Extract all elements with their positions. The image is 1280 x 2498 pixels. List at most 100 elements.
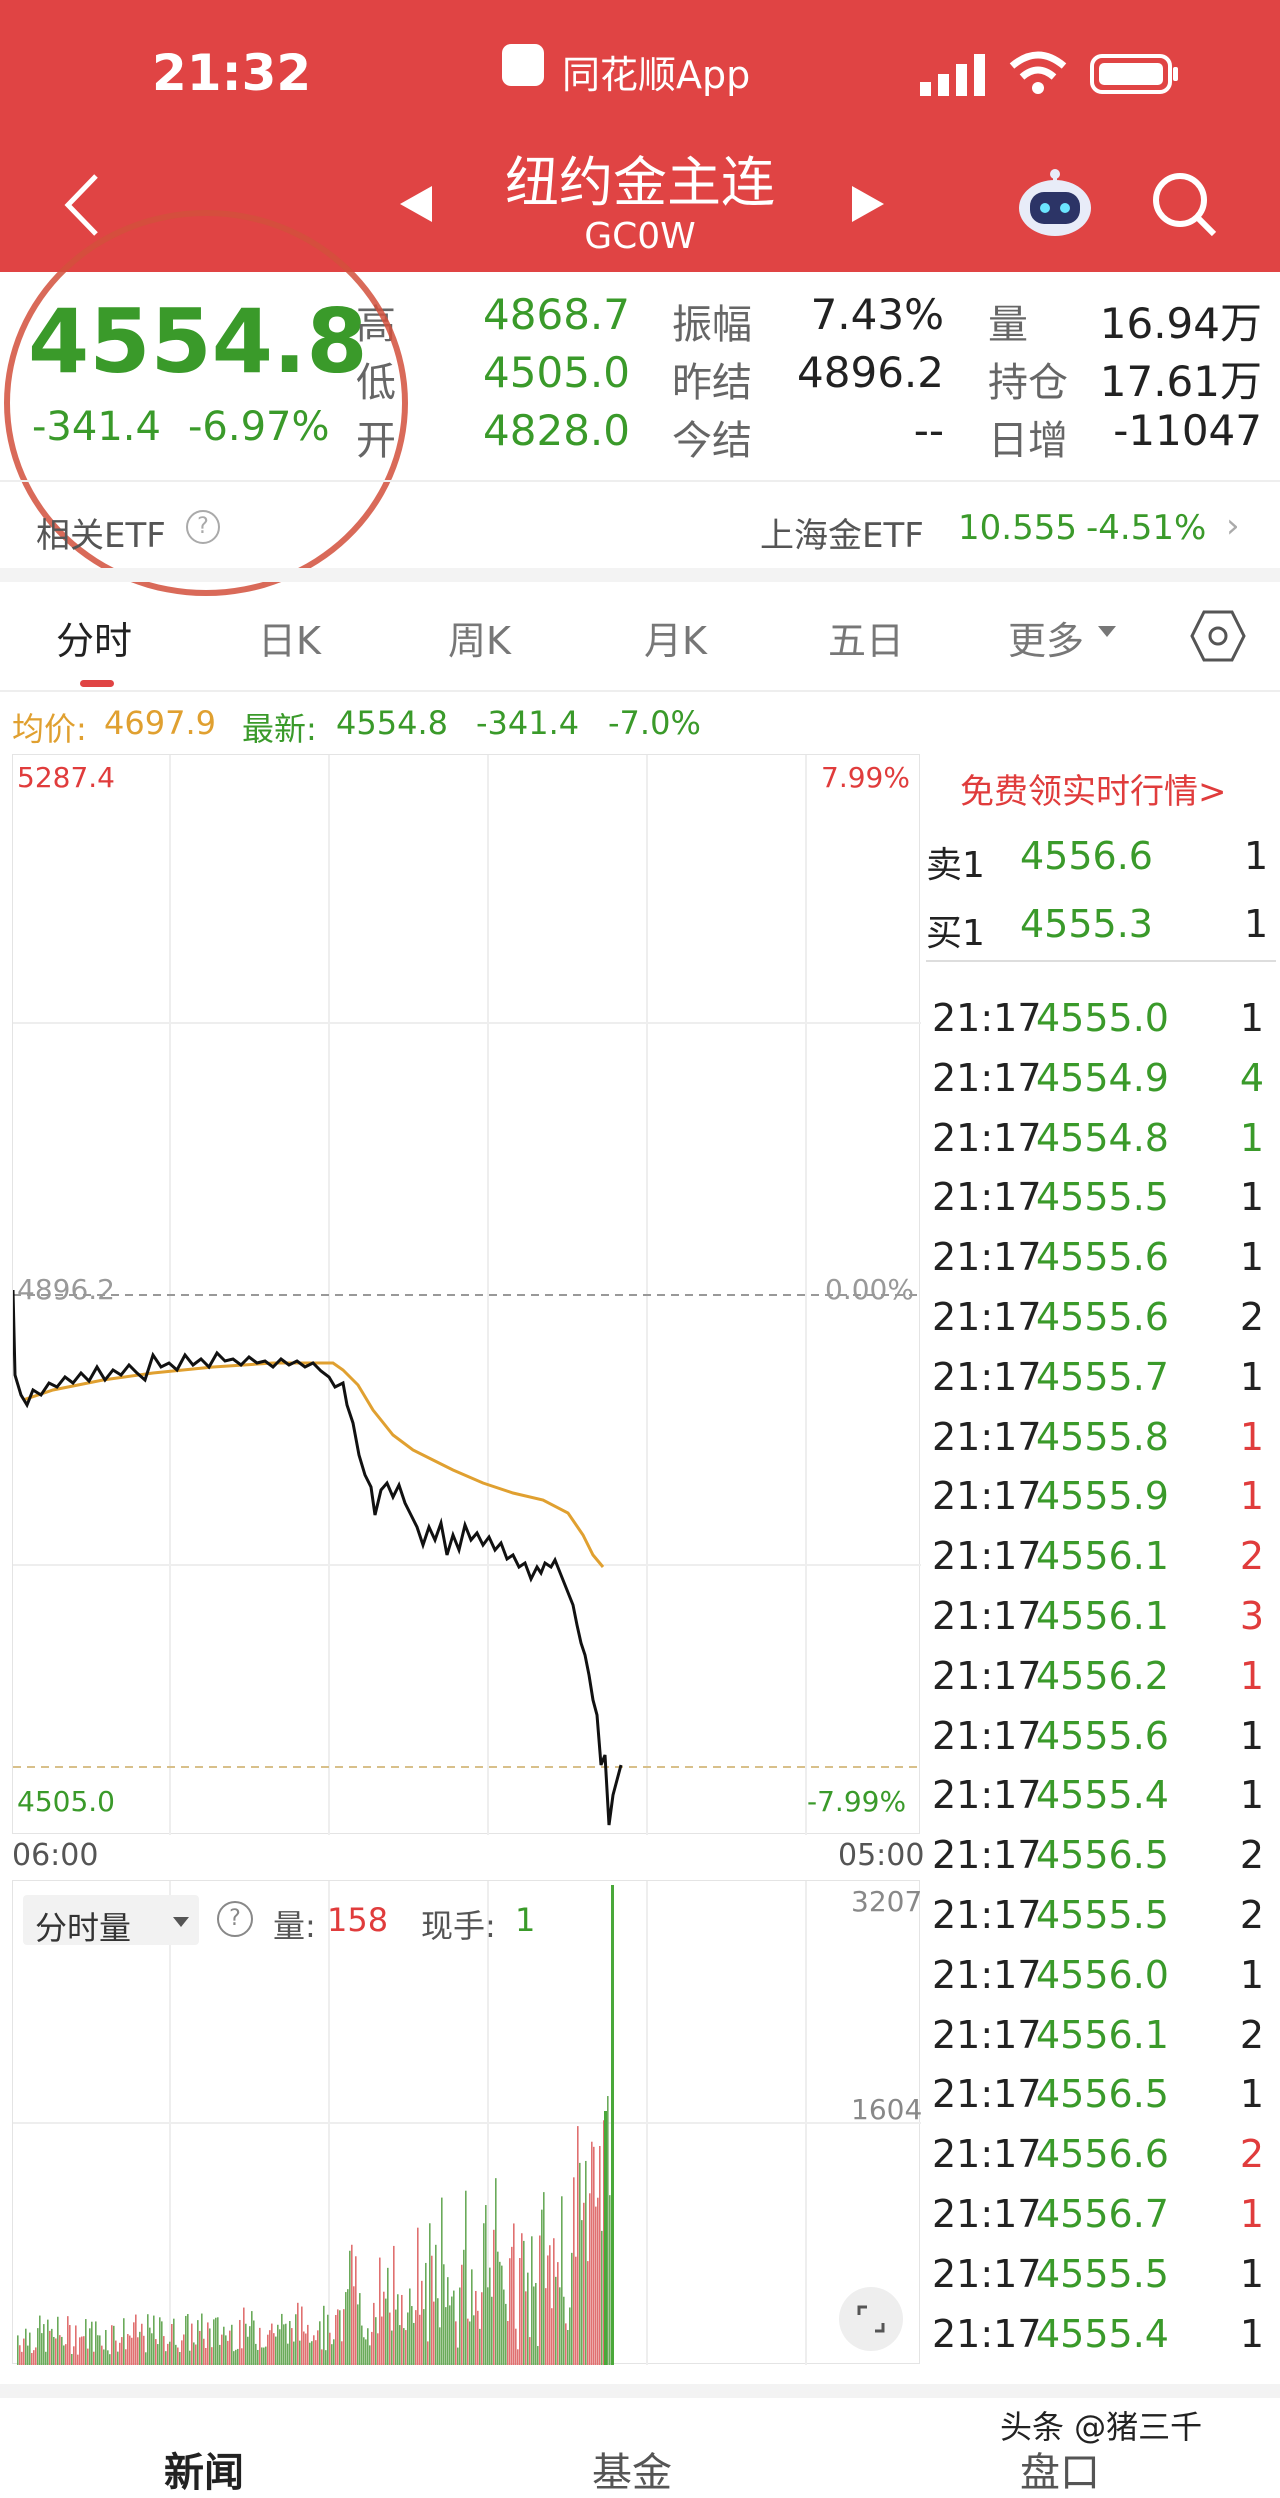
volume-bar xyxy=(171,2324,173,2365)
volume-bar xyxy=(319,2321,321,2365)
volume-bar xyxy=(585,2160,587,2365)
wifi-icon xyxy=(1008,50,1068,96)
trade-qty: 1 xyxy=(1239,2311,1264,2356)
volume-bar xyxy=(369,2345,371,2365)
volume-bar xyxy=(275,2336,277,2365)
volume-bar xyxy=(165,2351,167,2365)
trade-price: 4556.0 xyxy=(1036,1952,1169,1997)
volume-bar xyxy=(539,2235,541,2365)
volume-bar xyxy=(509,2258,511,2365)
volume-bar xyxy=(39,2315,41,2365)
volume-bar xyxy=(229,2330,231,2365)
fullscreen-icon xyxy=(857,2305,885,2333)
y-axis-top-pct: 7.99% xyxy=(821,761,910,794)
settings-hexagon-icon[interactable] xyxy=(1190,608,1246,664)
volume-bar xyxy=(387,2267,389,2365)
volume-bar xyxy=(537,2346,539,2365)
volume-bar xyxy=(337,2309,339,2365)
tab-order-book[interactable]: 盘口 xyxy=(1020,2440,1100,2498)
volume-bar xyxy=(545,2288,547,2365)
volume-bar xyxy=(237,2348,239,2365)
promo-link[interactable]: 免费领实时行情> xyxy=(960,764,1227,813)
tab-intraday[interactable]: 分时 xyxy=(56,610,132,665)
volume-bar xyxy=(207,2322,209,2365)
volume-bar xyxy=(269,2330,271,2365)
prev-settle-value: 4896.2 xyxy=(797,348,944,397)
volume-bar xyxy=(253,2320,255,2365)
volume-bar xyxy=(205,2347,207,2365)
volume-bar xyxy=(143,2335,145,2365)
volume-bar xyxy=(519,2258,521,2365)
volume-bar xyxy=(421,2280,423,2365)
volume-bar xyxy=(103,2349,105,2365)
open-value: 4828.0 xyxy=(483,406,630,455)
trade-row: 21:17 4555.5 2 xyxy=(932,1893,1272,1953)
volume-bar xyxy=(541,2209,543,2365)
tab-news[interactable]: 新闻 xyxy=(164,2440,244,2498)
price-chart[interactable]: 5287.4 7.99% 4896.2 0.00% 4505.0 -7.99% xyxy=(12,754,921,1835)
more-dropdown-icon[interactable] xyxy=(1098,626,1116,637)
trade-row: 21:17 4555.5 1 xyxy=(932,1175,1272,1235)
volume-label: 量: xyxy=(273,1907,316,1945)
volume-bar xyxy=(71,2353,73,2365)
volume-bar xyxy=(427,2341,429,2365)
today-settle-label: 今结 xyxy=(672,418,752,464)
tab-monthly-k[interactable]: 月K xyxy=(644,610,707,665)
open-interest-label: 持仓 xyxy=(988,360,1068,406)
trade-row: 21:17 4556.2 1 xyxy=(932,1654,1272,1714)
volume-help-icon[interactable]: ? xyxy=(217,1901,253,1937)
section-gap xyxy=(0,568,1280,582)
volume-bar xyxy=(563,2296,565,2365)
y-axis-mid-pct: 0.00% xyxy=(825,1273,914,1306)
volume-bar xyxy=(51,2328,53,2365)
tab-more[interactable]: 更多 xyxy=(1008,610,1084,665)
help-icon[interactable]: ? xyxy=(186,510,220,544)
volume-bar xyxy=(155,2339,157,2365)
volume-bar xyxy=(409,2288,411,2365)
volume-bar xyxy=(495,2178,497,2365)
tab-fund[interactable]: 基金 xyxy=(592,2440,672,2498)
trade-price: 4555.4 xyxy=(1036,1773,1169,1818)
volume-bar xyxy=(547,2255,549,2365)
tab-weekly-k[interactable]: 周K xyxy=(448,610,511,665)
next-contract-icon[interactable] xyxy=(850,184,886,224)
volume-bar xyxy=(203,2338,205,2365)
trade-price: 4555.6 xyxy=(1036,1295,1169,1339)
volume-bar xyxy=(415,2310,417,2365)
volume-bar xyxy=(79,2337,81,2365)
etf-name[interactable]: 上海金ETF xyxy=(760,508,924,557)
bottom-gap xyxy=(0,2384,1280,2398)
volume-bar xyxy=(19,2345,21,2365)
search-icon[interactable] xyxy=(1150,170,1220,240)
volume-bar xyxy=(213,2319,215,2365)
volume-bar xyxy=(333,2339,335,2365)
trade-qty: 2 xyxy=(1239,1534,1264,1579)
volume-chart[interactable]: 分时量 ? 量: 158 现手: 1 3207 1604 xyxy=(12,1880,922,2365)
chevron-right-icon[interactable]: › xyxy=(1226,506,1240,546)
tab-five-day[interactable]: 五日 xyxy=(828,610,904,665)
volume-bar xyxy=(531,2236,533,2365)
status-app-name: 同花顺App xyxy=(562,53,751,97)
volume-selector[interactable]: 分时量 xyxy=(23,1895,199,1947)
volume-bar xyxy=(125,2349,127,2365)
volume-bar xyxy=(361,2325,363,2365)
volume-bar xyxy=(393,2245,395,2365)
volume-bar xyxy=(201,2313,203,2365)
volume-bar xyxy=(481,2292,483,2365)
volume-bar xyxy=(49,2330,51,2365)
fullscreen-button[interactable] xyxy=(839,2287,903,2351)
prev-contract-icon[interactable] xyxy=(398,184,434,224)
trade-time: 21:17 xyxy=(932,1773,1042,1818)
trade-time: 21:17 xyxy=(932,1893,1042,1937)
volume-bar xyxy=(293,2341,295,2365)
volume-bar xyxy=(261,2347,263,2365)
volume-selector-caret-icon xyxy=(173,1917,189,1927)
volume-bar xyxy=(501,2265,503,2365)
trade-time: 21:17 xyxy=(932,1295,1042,1339)
low-value: 4505.0 xyxy=(483,348,630,397)
back-icon[interactable] xyxy=(62,172,102,238)
volume-bar xyxy=(211,2347,213,2365)
volume-bar xyxy=(27,2345,29,2365)
robot-assistant-icon[interactable] xyxy=(1016,168,1094,240)
tab-daily-k[interactable]: 日K xyxy=(258,610,321,665)
